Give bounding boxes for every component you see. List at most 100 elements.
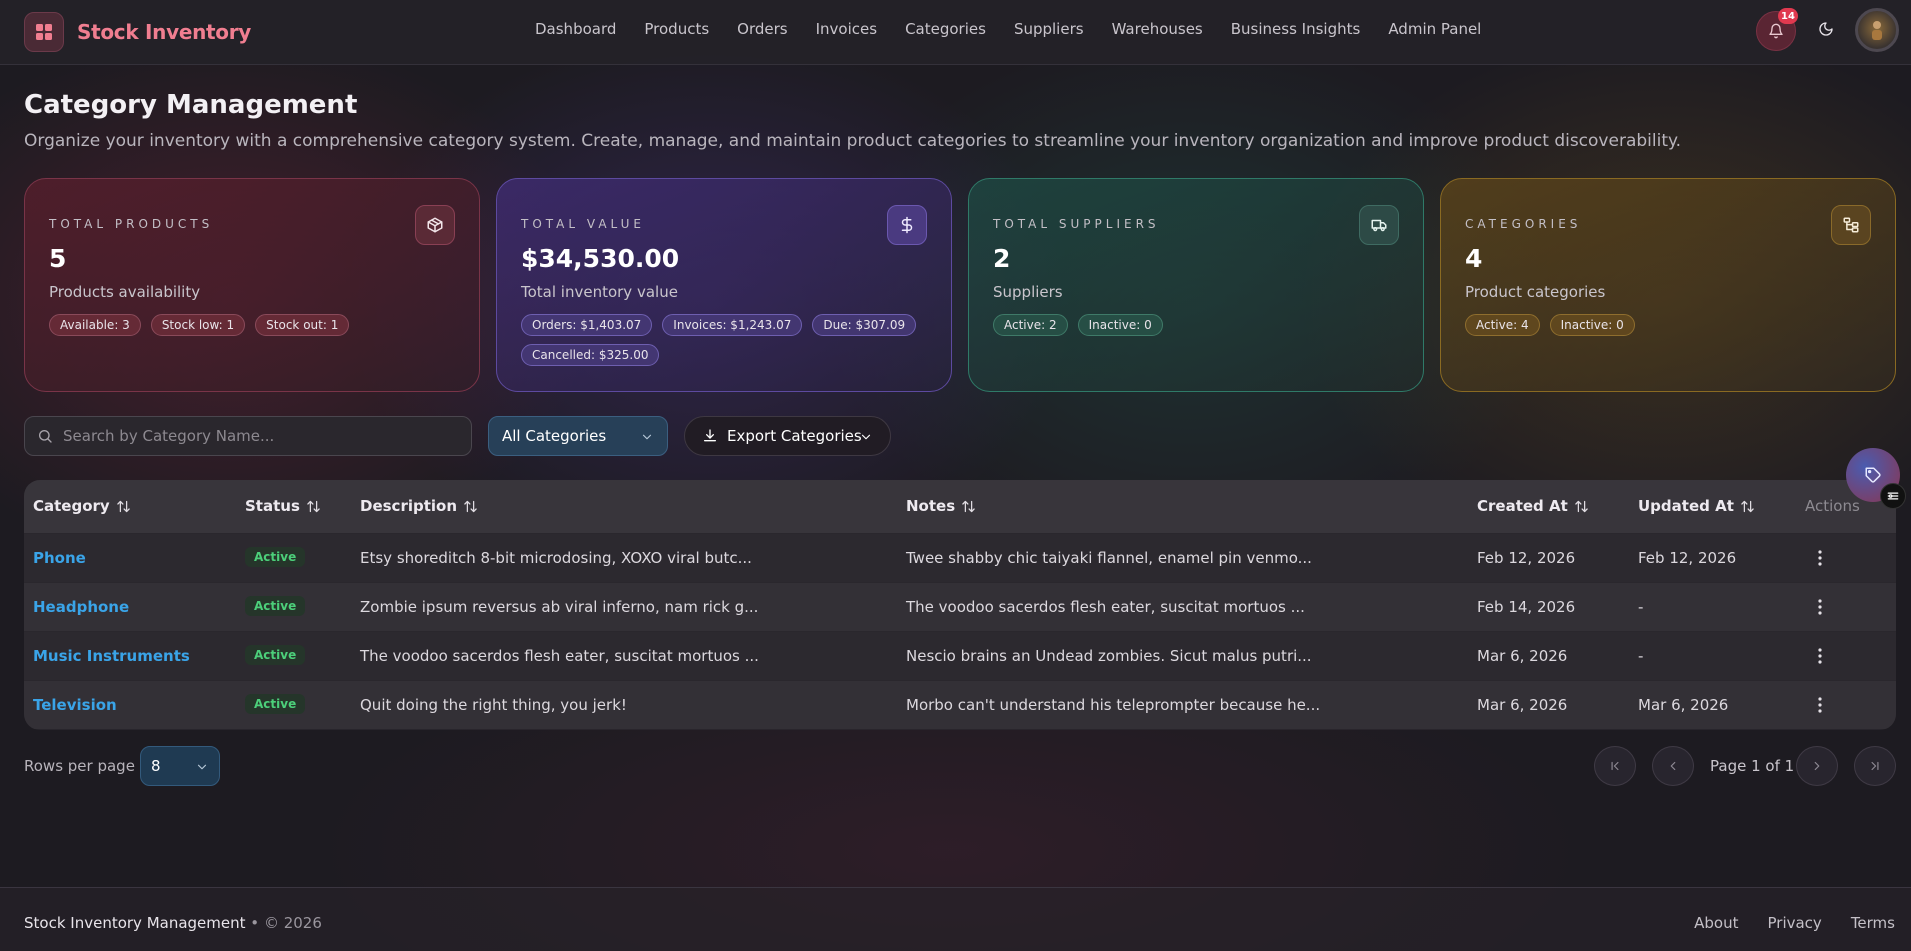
column-header-status[interactable]: Status xyxy=(245,497,321,515)
nav-admin-panel[interactable]: Admin Panel xyxy=(1388,20,1481,38)
grid-icon xyxy=(24,12,64,52)
column-header-updated-at[interactable]: Updated At xyxy=(1638,497,1755,515)
updated-at-cell: - xyxy=(1638,647,1644,665)
category-name-link[interactable]: Music Instruments xyxy=(33,647,190,665)
tag-icon xyxy=(1865,467,1881,483)
notes-cell: Twee shabby chic taiyaki flannel, enamel… xyxy=(906,549,1312,567)
box-icon xyxy=(415,205,455,245)
created-at-cell: Feb 12, 2026 xyxy=(1477,549,1576,567)
footer-separator: • xyxy=(250,914,260,932)
stat-pill-available: Available: 3 xyxy=(49,314,141,336)
sort-icon xyxy=(464,500,477,512)
page-indicator: Page 1 of 1 xyxy=(1710,757,1795,775)
more-vertical-icon[interactable] xyxy=(1810,597,1830,617)
description-cell: Etsy shoreditch 8-bit microdosing, XOXO … xyxy=(360,549,752,567)
category-name-link[interactable]: Headphone xyxy=(33,598,129,616)
column-header-actions: Actions xyxy=(1805,497,1860,515)
card-value: 2 xyxy=(993,244,1011,273)
nav-categories[interactable]: Categories xyxy=(905,20,986,38)
stat-pill-due: Due: $307.09 xyxy=(812,314,917,336)
search-input[interactable] xyxy=(63,427,443,445)
footer-app-name: Stock Inventory Management xyxy=(24,914,246,932)
footer-links: About Privacy Terms xyxy=(1665,914,1895,932)
more-vertical-icon[interactable] xyxy=(1810,548,1830,568)
last-page-button[interactable] xyxy=(1854,746,1896,786)
table-row[interactable]: Music Instruments Active The voodoo sace… xyxy=(24,631,1896,680)
updated-at-cell: - xyxy=(1638,598,1644,616)
footer-link-about[interactable]: About xyxy=(1694,914,1738,932)
stat-pill-inactive: Inactive: 0 xyxy=(1549,314,1635,336)
column-header-label: Status xyxy=(245,497,300,515)
total-products-card: TOTAL PRODUCTS 5 Products availability A… xyxy=(24,178,480,392)
nav-invoices[interactable]: Invoices xyxy=(816,20,877,38)
nav-dashboard[interactable]: Dashboard xyxy=(535,20,616,38)
search-box xyxy=(24,416,472,456)
theme-toggle-button[interactable] xyxy=(1815,18,1837,40)
table-row[interactable]: Headphone Active Zombie ipsum reversus a… xyxy=(24,582,1896,631)
chevron-down-icon xyxy=(861,434,871,440)
stat-pill-active: Active: 4 xyxy=(1465,314,1540,336)
column-header-label: Created At xyxy=(1477,497,1568,515)
more-vertical-icon[interactable] xyxy=(1810,646,1830,666)
rows-per-page-select[interactable]: 8 xyxy=(140,746,220,786)
top-navbar: Stock Inventory Dashboard Products Order… xyxy=(0,0,1911,65)
settings-sliders-icon xyxy=(1887,492,1899,500)
notes-cell: Morbo can't understand his teleprompter … xyxy=(906,696,1321,714)
dollar-icon xyxy=(887,205,927,245)
filter-select-value: All Categories xyxy=(502,427,607,445)
card-description: Product categories xyxy=(1465,283,1606,301)
category-filter-select[interactable]: All Categories xyxy=(488,416,668,456)
table-row[interactable]: Television Active Quit doing the right t… xyxy=(24,680,1896,729)
updated-at-cell: Feb 12, 2026 xyxy=(1638,549,1737,567)
footer-copyright: Stock Inventory Management • © 2026 xyxy=(24,914,322,932)
column-header-notes[interactable]: Notes xyxy=(906,497,976,515)
notification-count-badge: 14 xyxy=(1778,8,1798,24)
category-name-link[interactable]: Phone xyxy=(33,549,86,567)
category-name-link[interactable]: Television xyxy=(33,696,117,714)
description-cell: Zombie ipsum reversus ab viral inferno, … xyxy=(360,598,759,616)
chevrons-left-icon xyxy=(1611,761,1619,771)
card-description: Products availability xyxy=(49,283,201,301)
next-page-button[interactable] xyxy=(1796,746,1838,786)
card-label: TOTAL VALUE xyxy=(521,217,645,231)
nav-orders[interactable]: Orders xyxy=(737,20,787,38)
settings-toggle-button[interactable] xyxy=(1880,483,1906,509)
truck-icon xyxy=(1359,205,1399,245)
card-label: TOTAL SUPPLIERS xyxy=(993,217,1160,231)
first-page-button[interactable] xyxy=(1594,746,1636,786)
chevron-right-icon xyxy=(1814,761,1820,771)
column-header-created-at[interactable]: Created At xyxy=(1477,497,1589,515)
column-header-category[interactable]: Category xyxy=(33,497,131,515)
created-at-cell: Feb 14, 2026 xyxy=(1477,598,1576,616)
notifications-button[interactable]: 14 xyxy=(1756,8,1798,51)
total-value-card: TOTAL VALUE $34,530.00 Total inventory v… xyxy=(496,178,952,392)
previous-page-button[interactable] xyxy=(1652,746,1694,786)
export-categories-button[interactable]: Export Categories xyxy=(684,416,891,456)
user-icon xyxy=(1872,21,1882,40)
column-header-description[interactable]: Description xyxy=(360,497,478,515)
chevrons-right-icon xyxy=(1871,761,1879,771)
user-avatar[interactable] xyxy=(1855,8,1899,52)
brand[interactable]: Stock Inventory xyxy=(24,12,251,52)
nav-business-insights[interactable]: Business Insights xyxy=(1231,20,1361,38)
chevron-down-icon xyxy=(642,434,652,440)
total-suppliers-card: TOTAL SUPPLIERS 2 Suppliers Active: 2 In… xyxy=(968,178,1424,392)
sort-icon xyxy=(1575,500,1588,512)
stat-pill-invoices: Invoices: $1,243.07 xyxy=(662,314,803,336)
card-description: Suppliers xyxy=(993,283,1063,301)
stat-pill-orders: Orders: $1,403.07 xyxy=(521,314,653,336)
footer-link-privacy[interactable]: Privacy xyxy=(1768,914,1822,932)
nav-warehouses[interactable]: Warehouses xyxy=(1112,20,1203,38)
column-header-label: Actions xyxy=(1805,497,1860,515)
status-badge: Active xyxy=(245,645,306,665)
chevron-down-icon xyxy=(197,764,207,770)
footer-link-terms[interactable]: Terms xyxy=(1851,914,1895,932)
card-label: TOTAL PRODUCTS xyxy=(49,217,214,231)
footer-year: © 2026 xyxy=(263,914,322,932)
more-vertical-icon[interactable] xyxy=(1810,695,1830,715)
description-cell: Quit doing the right thing, you jerk! xyxy=(360,696,627,714)
table-row[interactable]: Phone Active Etsy shoreditch 8-bit micro… xyxy=(24,533,1896,582)
sort-icon xyxy=(307,500,320,512)
nav-suppliers[interactable]: Suppliers xyxy=(1014,20,1084,38)
nav-products[interactable]: Products xyxy=(644,20,709,38)
